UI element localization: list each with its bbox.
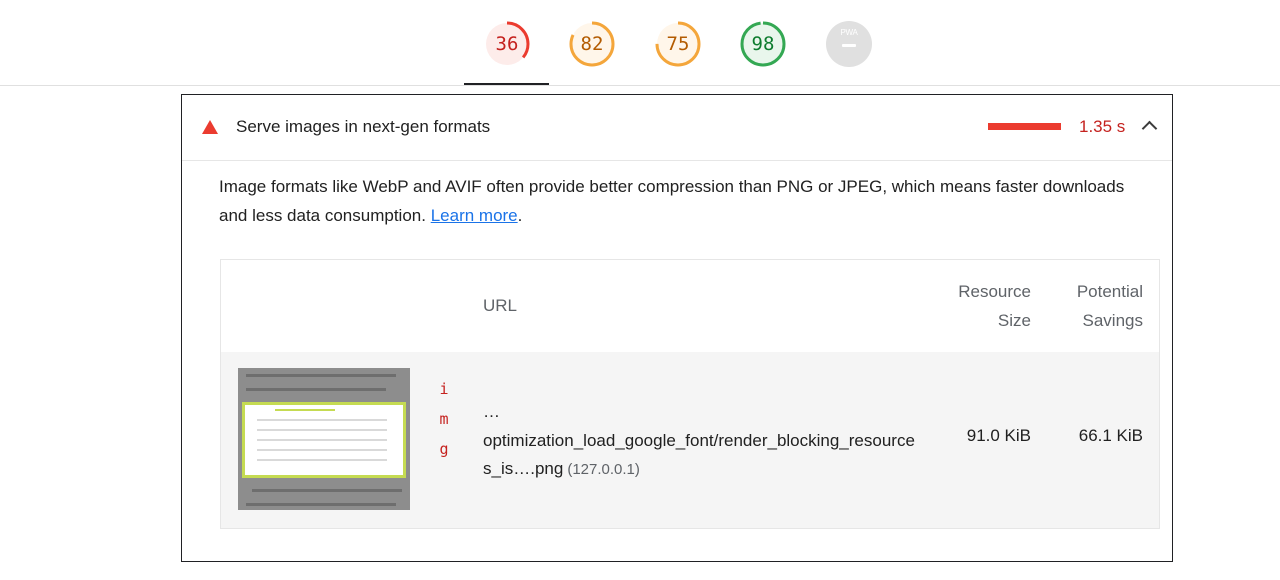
potential-savings-header-line1: Potential	[1076, 282, 1143, 301]
url-cell[interactable]: … optimization_load_google_font/render_b…	[483, 398, 923, 485]
details-table: URL Resource Size Potential Savings img …	[220, 259, 1160, 529]
potential-savings-cell: 66.1 KiB	[1078, 426, 1143, 445]
audit-description: Image formats like WebP and AVIF often p…	[219, 173, 1154, 230]
resource-size-column-header: Resource Size	[929, 278, 1031, 335]
audit-title: Serve images in next-gen formats	[236, 117, 491, 136]
resource-size-header-line1: Resource	[958, 282, 1031, 301]
fail-triangle-icon	[202, 120, 218, 134]
savings-value: 1.35 s	[1079, 117, 1126, 136]
url-host: (127.0.0.1)	[567, 461, 640, 478]
accessibility-gauge[interactable]: 82	[568, 20, 616, 68]
url-prefix: …	[483, 402, 500, 421]
potential-savings-column-header: Potential Savings	[1043, 278, 1143, 335]
description-text: Image formats like WebP and AVIF often p…	[219, 177, 1125, 225]
resource-size-cell: 91.0 KiB	[966, 426, 1031, 445]
best-practices-gauge[interactable]: 75	[654, 20, 702, 68]
best-practices-score: 75	[666, 33, 690, 55]
table-row: img … optimization_load_google_font/rend…	[221, 352, 1159, 528]
resource-size-header-line2: Size	[997, 310, 1031, 330]
savings-bar	[988, 123, 1061, 130]
accessibility-score: 82	[580, 33, 604, 55]
pwa-dash-icon	[842, 44, 856, 47]
chevron-up-icon[interactable]	[1141, 120, 1158, 137]
learn-more-link[interactable]: Learn more	[431, 206, 518, 225]
category-gauges: 36 82 75 98 PWA	[0, 0, 1280, 86]
audit-card: Serve images in next-gen formats 1.35 s …	[181, 94, 1173, 562]
potential-savings-header-line2: Savings	[1082, 310, 1143, 330]
description-period: .	[517, 205, 523, 225]
url-column-header: URL	[483, 296, 518, 315]
audit-header[interactable]: Serve images in next-gen formats 1.35 s	[182, 95, 1172, 161]
image-thumbnail[interactable]	[238, 368, 410, 510]
pwa-gauge[interactable]: PWA	[825, 20, 873, 68]
url-text: optimization_load_google_font/render_blo…	[483, 430, 915, 479]
performance-score: 36	[495, 33, 519, 55]
seo-score: 98	[751, 33, 775, 55]
performance-gauge[interactable]: 36	[483, 20, 531, 68]
seo-gauge[interactable]: 98	[739, 20, 787, 68]
resource-type-label: img	[439, 380, 449, 458]
active-tab-underline	[464, 83, 549, 85]
pwa-label: PWA	[840, 28, 858, 37]
thumbnail-screenshot	[242, 402, 406, 478]
